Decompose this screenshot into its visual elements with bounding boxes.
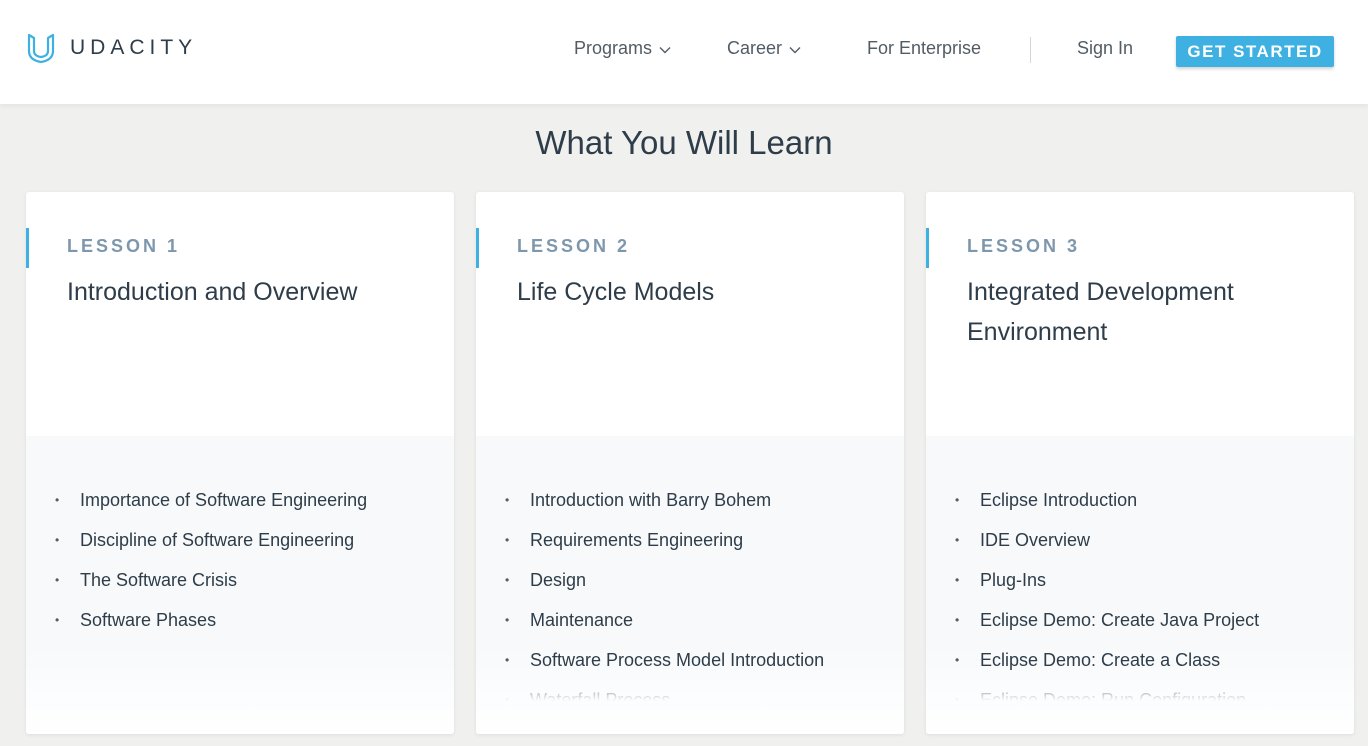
lesson-card-2: LESSON 2 Life Cycle Models Introduction … <box>476 192 904 734</box>
accent-bar <box>926 228 929 268</box>
lesson-topics-panel: Importance of Software Engineering Disci… <box>26 436 454 734</box>
udacity-logo[interactable]: UDACITY <box>26 33 197 63</box>
topic-item: Eclipse Introduction <box>926 485 1354 525</box>
chevron-down-icon <box>659 47 671 54</box>
lesson-card-header: LESSON 2 Life Cycle Models <box>476 192 904 436</box>
topic-item: Eclipse Demo: Run Configuration <box>926 685 1354 701</box>
lesson-title: Introduction and Overview <box>67 278 358 306</box>
lesson-card-header: LESSON 3 Integrated Development Environm… <box>926 192 1354 436</box>
udacity-logo-icon <box>27 33 55 63</box>
topic-item: Introduction with Barry Bohem <box>476 485 904 525</box>
lesson-title: Integrated Development Environment <box>967 278 1234 346</box>
lesson-card-header: LESSON 1 Introduction and Overview <box>26 192 454 436</box>
topic-list: Importance of Software Engineering Disci… <box>26 485 454 701</box>
topic-item: Importance of Software Engineering <box>26 485 454 525</box>
lesson-title: Life Cycle Models <box>517 278 715 306</box>
accent-bar <box>476 228 479 268</box>
topic-item: Requirements Engineering <box>476 525 904 565</box>
lesson-label: LESSON 2 <box>517 236 631 256</box>
topic-item: Discipline of Software Engineering <box>26 525 454 565</box>
nav-programs[interactable]: Programs <box>574 38 671 59</box>
lesson-label: LESSON 1 <box>67 236 181 256</box>
topic-item: Waterfall Process <box>476 685 904 701</box>
nav-career[interactable]: Career <box>727 38 801 59</box>
topic-item: The Software Crisis <box>26 565 454 605</box>
nav-for-enterprise[interactable]: For Enterprise <box>867 38 981 59</box>
nav-for-enterprise-label: For Enterprise <box>867 38 982 58</box>
accent-bar <box>26 228 29 268</box>
topic-item: Eclipse Demo: Create a Class <box>926 645 1354 685</box>
topic-list: Eclipse Introduction IDE Overview Plug-I… <box>926 485 1354 701</box>
topic-item: Software Phases <box>26 605 454 645</box>
nav-programs-label: Programs <box>574 38 653 58</box>
lesson-topics-panel: Eclipse Introduction IDE Overview Plug-I… <box>926 436 1354 734</box>
topic-item: Maintenance <box>476 605 904 645</box>
lesson-label: LESSON 3 <box>967 236 1081 256</box>
topic-item: Eclipse Demo: Create Java Project <box>926 605 1354 645</box>
topic-item: IDE Overview <box>926 525 1354 565</box>
sign-in-link[interactable]: Sign In <box>1077 38 1133 59</box>
lesson-topics-panel: Introduction with Barry Bohem Requiremen… <box>476 436 904 734</box>
topic-item: Plug-Ins <box>926 565 1354 605</box>
nav-divider <box>1030 37 1031 63</box>
site-header: UDACITY Programs Career For Enterprise S… <box>0 0 1368 104</box>
nav-career-label: Career <box>727 38 783 58</box>
topic-list: Introduction with Barry Bohem Requiremen… <box>476 485 904 701</box>
logo-wordmark: UDACITY <box>70 36 198 59</box>
get-started-button[interactable]: GET STARTED <box>1176 36 1334 67</box>
topic-item: Design <box>476 565 904 605</box>
lesson-card-3: LESSON 3 Integrated Development Environm… <box>926 192 1354 734</box>
chevron-down-icon <box>789 47 801 54</box>
topic-item: Software Process Model Introduction <box>476 645 904 685</box>
lesson-card-1: LESSON 1 Introduction and Overview Impor… <box>26 192 454 734</box>
section-title: What You Will Learn <box>535 124 833 161</box>
